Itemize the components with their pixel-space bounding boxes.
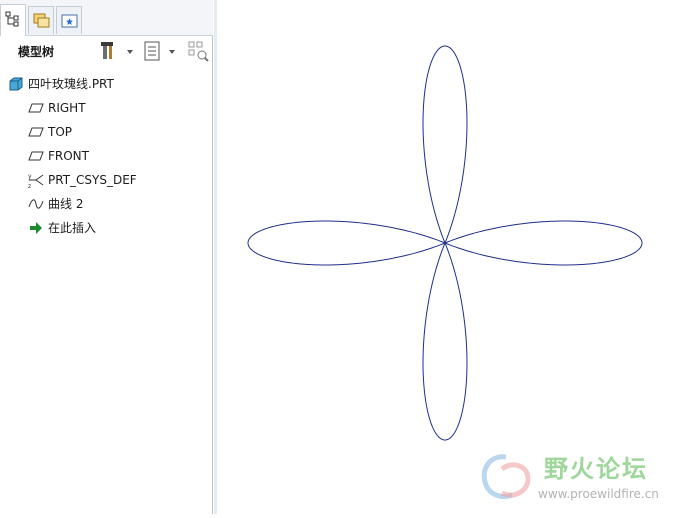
tree-item-label: PRT_CSYS_DEF <box>48 173 137 187</box>
forum-watermark: 野火论坛 www.proewildfire.cn <box>472 447 682 509</box>
tree-item-label: 在此插入 <box>48 221 97 235</box>
panel-title: 模型树 <box>18 45 55 59</box>
filter-button[interactable] <box>188 40 210 62</box>
model-tree-tab-icon <box>5 11 19 27</box>
tree-root-label: 四叶玫瑰线.PRT <box>28 77 114 91</box>
graphics-canvas <box>247 45 643 441</box>
tab-folder-browser[interactable] <box>28 6 54 34</box>
model-tree-panel: 模型树 四叶玫瑰线.PRT RIGHT TOP FRONT y z PRT_CS… <box>0 0 213 514</box>
datum-plane-icon <box>28 127 44 137</box>
four-leaf-rose-curve <box>247 45 643 441</box>
settings-tools-icon <box>101 42 133 59</box>
settings-button[interactable] <box>100 40 136 62</box>
tree-item-label: TOP <box>48 125 73 139</box>
watermark-name: 野火论坛 <box>544 455 648 483</box>
favorites-tab-icon <box>61 14 78 28</box>
part-cube-icon <box>9 77 23 91</box>
watermark-logo-icon <box>481 454 531 500</box>
insert-here-arrow-icon <box>30 222 42 234</box>
filter-icon <box>188 41 209 62</box>
svg-text:y: y <box>28 173 32 180</box>
datum-plane-icon <box>28 151 44 161</box>
watermark-url: www.proewildfire.cn <box>538 487 659 501</box>
coordinate-system-icon: y z <box>28 173 44 188</box>
tab-favorites[interactable] <box>56 6 82 34</box>
model-tree-toolbar: 模型树 <box>0 36 213 66</box>
tree-item-label: FRONT <box>48 149 89 163</box>
navigator-tabs <box>0 0 213 36</box>
show-options-icon <box>144 41 175 61</box>
tree-item-label: 曲线 2 <box>48 197 84 211</box>
folder-browser-tab-icon <box>33 13 50 28</box>
graphics-window[interactable] <box>217 0 686 514</box>
svg-text:z: z <box>28 183 31 188</box>
show-options-button[interactable] <box>143 40 179 62</box>
datum-curve-icon <box>28 199 44 209</box>
tab-model-tree[interactable] <box>0 4 26 36</box>
datum-plane-icon <box>28 103 44 113</box>
tree-item-label: RIGHT <box>48 101 86 115</box>
